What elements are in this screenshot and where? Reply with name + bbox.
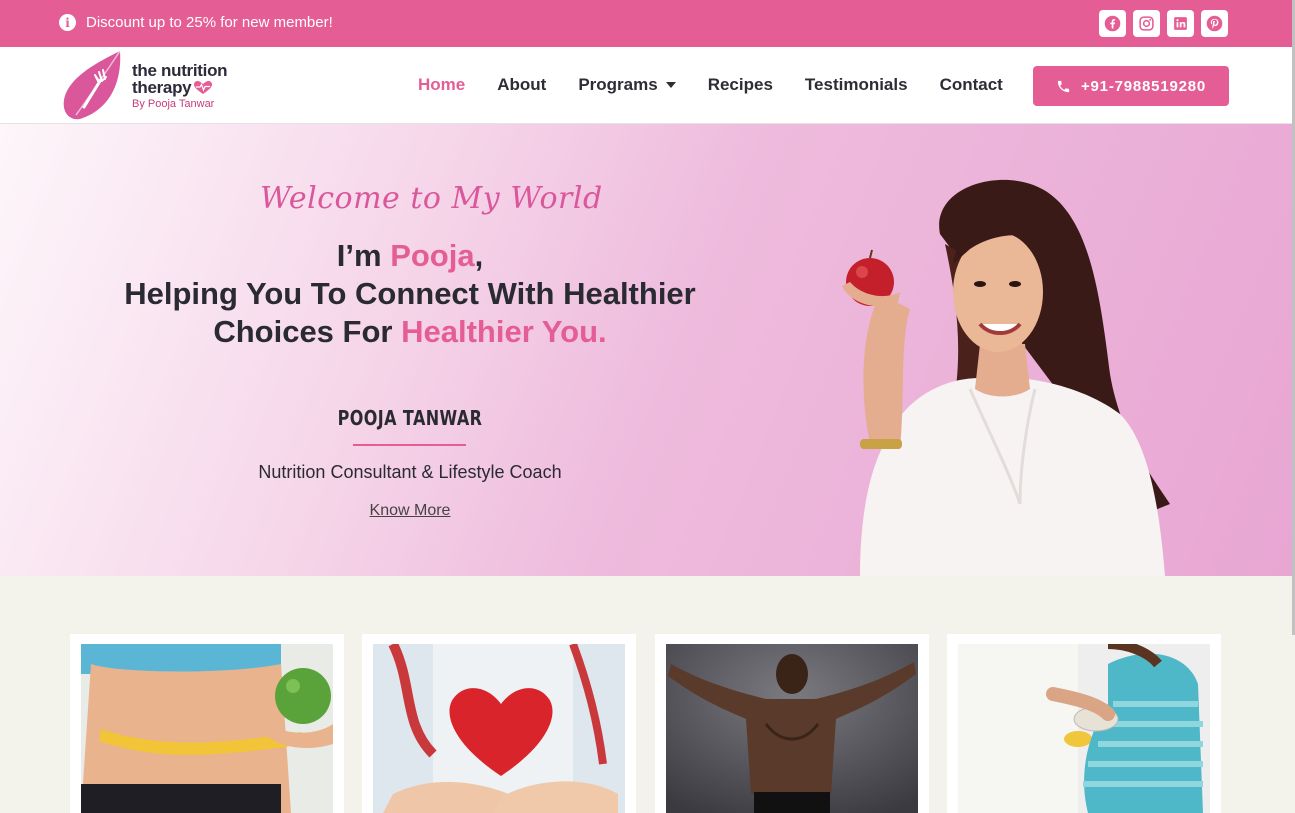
welcome-script-heading: Welcome to My World [260,181,603,216]
linkedin-icon[interactable] [1167,10,1194,37]
promo-banner: i Discount up to 25% for new member! [59,14,333,31]
info-icon: i [59,14,76,31]
hero-headline: I’m Pooja, Helping You To Connect With H… [60,237,760,351]
social-links [1099,10,1228,37]
top-announcement-bar: i Discount up to 25% for new member! [0,0,1295,47]
nav-contact[interactable]: Contact [940,75,1003,95]
know-more-link[interactable]: Know More [330,502,490,520]
headline-im: I’m [336,238,391,273]
nav-home[interactable]: Home [418,75,465,95]
phone-icon [1057,80,1070,92]
headline-comma: , [474,238,484,273]
nav-programs-label: Programs [578,75,658,94]
program-card-muscle-gain[interactable] [655,634,929,813]
headline-name: Pooja [390,238,475,273]
muscle-gain-photo [666,644,918,813]
headline-line3: Choices For [213,314,402,349]
program-card-weight-loss[interactable] [70,634,344,813]
site-header: the nutrition therapy By Pooja Tanwar Ho… [0,47,1295,124]
facebook-icon[interactable] [1099,10,1126,37]
heart-pulse-icon [194,80,213,94]
portrait-photo [842,179,1170,576]
leaf-logo-icon [63,50,121,120]
chevron-down-icon [665,82,676,88]
instagram-icon[interactable] [1133,10,1160,37]
headline-line2: Helping You To Connect With Healthier [124,276,696,311]
person-name: POOJA TANWAR [337,406,483,430]
call-phone-button[interactable]: +91-7988519280 [1033,66,1229,106]
headline-accent: Healthier You. [401,314,607,349]
weight-loss-photo [81,644,333,813]
nav-programs[interactable]: Programs [578,75,676,95]
nav-testimonials[interactable]: Testimonials [805,75,908,95]
logo-line1: the nutrition [132,61,228,80]
nav-about[interactable]: About [497,75,546,95]
pinterest-icon[interactable] [1201,10,1228,37]
brand-logo[interactable]: the nutrition therapy By Pooja Tanwar [62,49,242,121]
main-nav: Home About Programs Recipes Testimonials… [418,75,1003,95]
program-card-heart-health[interactable] [362,634,636,813]
hero-section: Welcome to My World I’m Pooja, Helping Y… [0,124,1295,576]
heart-health-photo [373,644,625,813]
promo-text: Discount up to 25% for new member! [86,14,333,31]
program-cards [70,634,1230,813]
nav-recipes[interactable]: Recipes [708,75,773,95]
logo-line2: therapy [132,78,192,97]
logo-byline: By Pooja Tanwar [132,98,215,110]
logo-line2-wrap: therapy [132,79,227,96]
phone-number: +91-7988519280 [1080,77,1207,95]
pregnancy-nutrition-photo [958,644,1210,813]
name-underline-divider [353,444,466,446]
program-card-pregnancy-nutrition[interactable] [947,634,1221,813]
person-role: Nutrition Consultant & Lifestyle Coach [258,462,562,482]
